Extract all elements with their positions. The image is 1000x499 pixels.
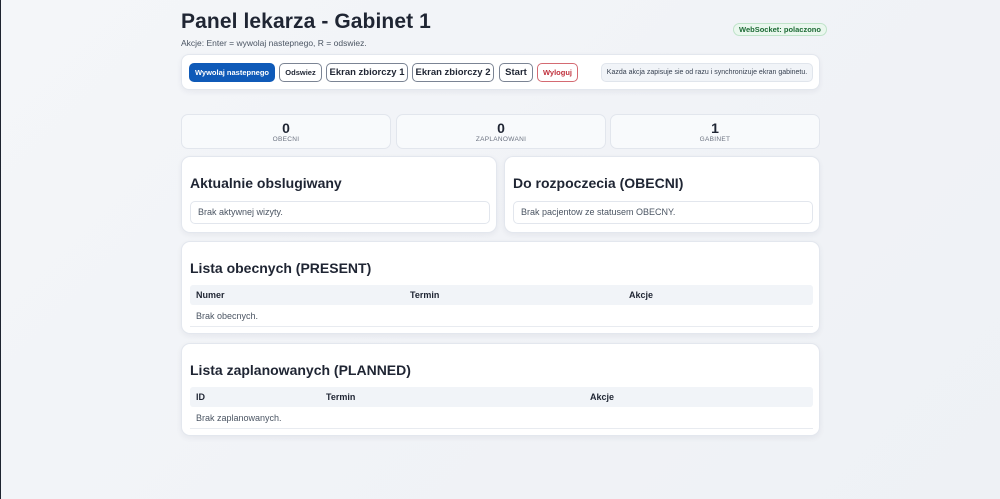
logout-button[interactable]: Wyloguj [537, 63, 578, 82]
planned-list-title: Lista zaplanowanych (PLANNED) [190, 362, 411, 378]
current-visit-title: Aktualnie obslugiwany [190, 175, 342, 191]
column-header-actions: Akcje [590, 392, 615, 402]
stat-room-label: GABINET [699, 136, 731, 143]
column-header-actions: Akcje [629, 290, 654, 300]
summary-screen-1-button[interactable]: Ekran zbiorczy 1 [326, 63, 408, 82]
stat-room: 1 GABINET [610, 114, 820, 149]
refresh-button[interactable]: Odswiez [279, 63, 322, 82]
planned-list-card: Lista zaplanowanych (PLANNED) ID Termin … [181, 343, 820, 436]
stat-present-label: OBECNI [272, 136, 300, 143]
window-edge [0, 0, 1, 499]
start-button[interactable]: Start [499, 63, 533, 82]
row-divider [190, 326, 813, 327]
summary-screen-2-button[interactable]: Ekran zbiorczy 2 [412, 63, 494, 82]
websocket-status-badge: WebSocket: polaczono [733, 23, 827, 36]
call-next-button[interactable]: Wywolaj nastepnego [189, 63, 275, 82]
planned-list-empty: Brak zaplanowanych. [196, 413, 282, 423]
stat-present-value: 0 [282, 120, 290, 136]
stat-planned-value: 0 [497, 120, 505, 136]
present-list-empty: Brak obecnych. [196, 311, 259, 321]
present-table-header: Numer Termin Akcje [190, 285, 813, 305]
column-header-term: Termin [326, 392, 356, 402]
queue-title: Do rozpoczecia (OBECNI) [513, 175, 684, 191]
present-list-title: Lista obecnych (PRESENT) [190, 260, 372, 276]
queue-empty: Brak pacjentow ze statusem OBECNY. [513, 201, 813, 224]
sync-info-note: Kazda akcja zapisuje sie od razu i synch… [601, 63, 813, 82]
present-list-card: Lista obecnych (PRESENT) Numer Termin Ak… [181, 241, 820, 334]
current-visit-empty: Brak aktywnej wizyty. [190, 201, 490, 224]
column-header-number: Numer [196, 290, 225, 300]
row-divider [190, 428, 813, 429]
planned-table-header: ID Termin Akcje [190, 387, 813, 407]
column-header-term: Termin [410, 290, 440, 300]
keyboard-hint: Akcje: Enter = wywolaj nastepnego, R = o… [181, 38, 367, 48]
stat-present: 0 OBECNI [181, 114, 391, 149]
stat-planned: 0 ZAPLANOWANI [396, 114, 606, 149]
column-header-id: ID [196, 392, 205, 402]
page-title: Panel lekarza - Gabinet 1 [181, 10, 431, 33]
current-visit-card: Aktualnie obslugiwany Brak aktywnej wizy… [181, 156, 497, 233]
action-toolbar: Wywolaj nastepnego Odswiez Ekran zbiorcz… [181, 54, 820, 90]
stat-room-value: 1 [711, 120, 719, 136]
queue-card: Do rozpoczecia (OBECNI) Brak pacjentow z… [504, 156, 820, 233]
stat-planned-label: ZAPLANOWANI [475, 136, 527, 143]
